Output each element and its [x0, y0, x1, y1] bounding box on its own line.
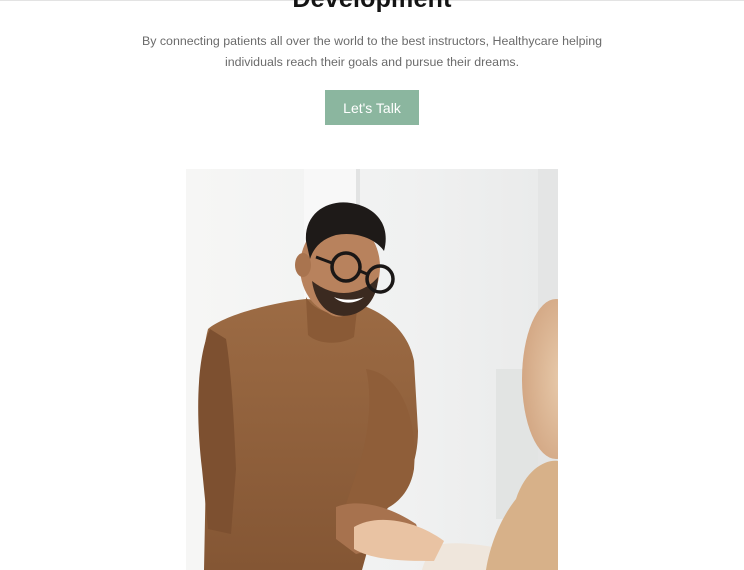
section-description: By connecting patients all over the worl… [141, 34, 603, 69]
lets-talk-button[interactable]: Let's Talk [325, 90, 419, 125]
page: Development By connecting patients all o… [0, 0, 744, 570]
section-heading: Development [0, 0, 744, 14]
handshake-photo [186, 169, 558, 570]
